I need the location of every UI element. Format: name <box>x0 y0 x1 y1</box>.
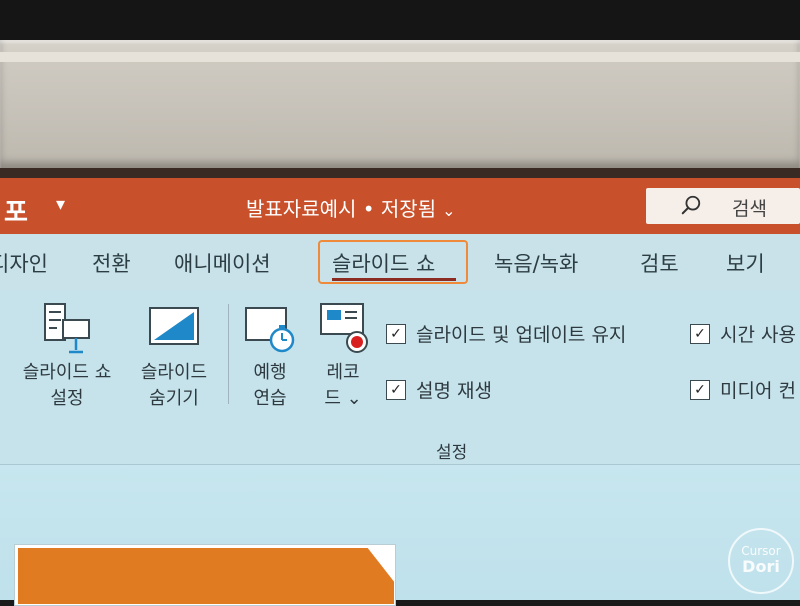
setup-slideshow-label-2: 설정 <box>50 388 84 409</box>
canvas-divider <box>0 464 800 465</box>
tab-recording[interactable]: 녹음/녹화 <box>494 248 578 278</box>
checkmark-icon: ✓ <box>386 379 406 400</box>
tab-design[interactable]: 디자인 <box>0 248 48 278</box>
watermark-logo: Cursor Dori <box>728 528 794 594</box>
hide-slide-icon <box>149 307 199 345</box>
ribbon-separator <box>228 304 229 404</box>
rehearse-label-2: 연습 <box>253 388 287 409</box>
hide-slide-button[interactable]: 슬라이드 숨기기 <box>128 300 220 412</box>
tab-review[interactable]: 검토 <box>640 248 679 278</box>
powerpoint-app-icon[interactable]: 포 <box>4 192 28 229</box>
ribbon-panel: 슬라이드 쇼 설정 슬라이드 숨기기 예행 연습 레코 드 ⌄ ✓ 슬라이드 및… <box>0 290 800 464</box>
active-tab-underline <box>332 278 456 281</box>
search-label: 검색 <box>732 198 767 220</box>
record-button[interactable]: 레코 드 ⌄ <box>312 300 374 412</box>
rehearse-timings-button[interactable]: 예행 연습 <box>238 300 302 412</box>
keep-slides-updated-label: 슬라이드 및 업데이트 유지 <box>416 324 627 346</box>
document-title-text: 발표자료예시 • 저장됨 <box>246 197 437 221</box>
hide-slide-label-2: 숨기기 <box>149 388 199 409</box>
rehearse-timer-icon <box>245 307 295 353</box>
play-narration-checkbox[interactable]: ✓ 설명 재생 <box>386 376 492 403</box>
keep-slides-updated-checkbox[interactable]: ✓ 슬라이드 및 업데이트 유지 <box>386 320 626 347</box>
document-title[interactable]: 발표자료예시 • 저장됨 ⌄ <box>246 193 456 222</box>
checkmark-icon: ✓ <box>386 323 406 344</box>
title-bar: 포 ▾ 발표자료예시 • 저장됨 ⌄ 검색 <box>0 178 800 234</box>
hide-slide-label-1: 슬라이드 <box>140 362 208 383</box>
search-icon <box>681 195 701 215</box>
record-label-2: 드 ⌄ <box>324 388 362 409</box>
tab-slideshow[interactable]: 슬라이드 쇼 <box>318 240 468 284</box>
rehearse-label-1: 예행 <box>253 362 287 383</box>
ribbon-group-label: 설정 <box>436 443 468 463</box>
ribbon-tabs: 디자인 전환 애니메이션 슬라이드 쇼 녹음/녹화 검토 보기 <box>0 234 800 290</box>
tab-transitions[interactable]: 전환 <box>92 248 131 278</box>
setup-slideshow-button[interactable]: 슬라이드 쇼 설정 <box>8 300 126 412</box>
slide-orange-shape <box>18 548 394 604</box>
use-timings-label: 시간 사용 <box>720 324 796 346</box>
use-timings-checkbox[interactable]: ✓ 시간 사용 <box>690 320 796 347</box>
setup-slideshow-icon <box>44 303 90 354</box>
setup-slideshow-label-1: 슬라이드 쇼 <box>22 362 112 383</box>
quick-access-chevron-icon[interactable]: ▾ <box>56 194 65 215</box>
search-box[interactable]: 검색 <box>646 188 800 224</box>
show-media-controls-checkbox[interactable]: ✓ 미디어 컨 <box>690 376 796 403</box>
monitor-bezel-ledge <box>0 52 800 62</box>
monitor-bezel-gap <box>0 168 800 178</box>
tab-slideshow-label: 슬라이드 쇼 <box>332 252 436 276</box>
record-icon <box>320 303 368 353</box>
watermark-line-2: Dori <box>742 557 780 576</box>
play-narration-label: 설명 재생 <box>416 380 492 402</box>
tab-view[interactable]: 보기 <box>726 248 765 278</box>
show-media-controls-label: 미디어 컨 <box>720 380 796 402</box>
checkmark-icon: ✓ <box>690 323 710 344</box>
monitor-bezel-top <box>0 0 800 40</box>
watermark-line-1: Cursor <box>741 544 781 558</box>
checkmark-icon: ✓ <box>690 379 710 400</box>
record-label-1: 레코 <box>326 362 360 383</box>
slide-canvas-area <box>0 464 800 606</box>
tab-animations[interactable]: 애니메이션 <box>174 248 271 278</box>
chevron-down-icon: ⌄ <box>442 201 456 220</box>
